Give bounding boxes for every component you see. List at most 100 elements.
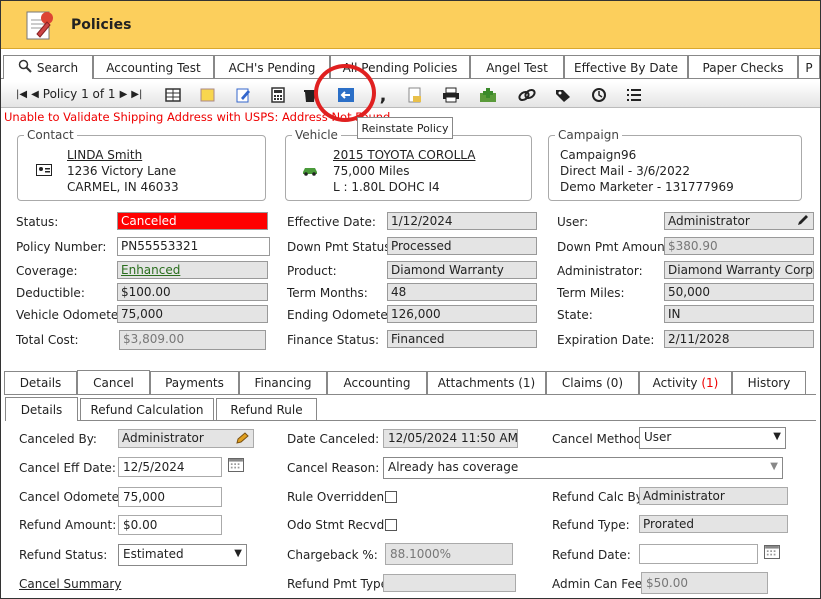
add-record-icon[interactable]: [479, 86, 497, 104]
app-header: Policies: [1, 1, 820, 49]
cancel-method-value: User: [644, 430, 672, 444]
finance-status-label: Finance Status:: [287, 333, 380, 347]
canceled-by-label: Canceled By:: [19, 432, 97, 446]
search-icon: [18, 59, 32, 76]
calculator-icon[interactable]: [269, 86, 287, 104]
tab-activity[interactable]: Activity (1): [639, 371, 732, 394]
subtab-details[interactable]: Details: [5, 397, 78, 421]
state-label: State:: [557, 308, 593, 322]
tab-financing[interactable]: Financing: [239, 371, 327, 394]
effective-date-value: 1/12/2024: [387, 212, 537, 230]
calendar-icon[interactable]: [228, 458, 244, 472]
toolbar: |◀ ◀ Policy 1 of 1 ▶ ▶| ,: [1, 82, 820, 108]
tab-paper-checks[interactable]: Paper Checks: [688, 55, 798, 79]
edit-pencil-icon[interactable]: [235, 431, 251, 445]
tags-icon[interactable]: [555, 86, 573, 104]
tab-label: Paper Checks: [702, 60, 784, 75]
tab-label: Refund Rule: [230, 403, 303, 417]
vehicle-legend: Vehicle: [292, 128, 341, 142]
rule-overridden-label: Rule Overridden:: [287, 490, 389, 504]
history-icon[interactable]: [590, 86, 608, 104]
tab-label: Search: [36, 60, 79, 75]
last-page-icon[interactable]: ▶|: [131, 89, 142, 100]
coverage-value: Enhanced: [117, 261, 268, 279]
refund-status-value: Estimated: [123, 547, 184, 561]
contact-card-icon: [36, 164, 52, 176]
tab-search[interactable]: Search: [3, 55, 93, 79]
product-value: Diamond Warranty: [387, 261, 537, 279]
tab-angel-test[interactable]: Angel Test: [470, 55, 564, 79]
tab-achs-pending[interactable]: ACH's Pending: [214, 55, 330, 79]
vehicle-name-link[interactable]: 2015 TOYOTA COROLLA: [333, 148, 475, 162]
tab-history[interactable]: History: [732, 371, 806, 394]
tab-label: Details: [19, 376, 62, 390]
calendar-icon[interactable]: [764, 545, 780, 559]
page-title: Policies: [71, 17, 132, 33]
cancel-summary-link[interactable]: Cancel Summary: [19, 577, 121, 591]
tab-overflow[interactable]: P: [798, 55, 820, 79]
tab-payments[interactable]: Payments: [150, 371, 239, 394]
expiration-date-label: Expiration Date:: [557, 333, 655, 347]
refund-status-select[interactable]: Estimated ▼: [118, 544, 247, 566]
list-icon[interactable]: [625, 86, 643, 104]
document-icon[interactable]: [406, 86, 424, 104]
refund-date-label: Refund Date:: [552, 548, 631, 562]
comment-icon[interactable]: ,: [374, 85, 392, 106]
term-months-value: 48: [387, 283, 537, 301]
note-icon[interactable]: [199, 86, 217, 104]
activity-count: (1): [701, 376, 719, 390]
user-value: Administrator: [664, 212, 814, 230]
tab-label: Payments: [165, 376, 224, 390]
subtab-refund-calculation[interactable]: Refund Calculation: [80, 398, 214, 421]
campaign-box: Campaign Campaign96 Direct Mail - 3/6/20…: [548, 128, 802, 201]
print-icon[interactable]: [442, 86, 460, 104]
tab-label: Attachments (1): [437, 376, 536, 390]
ending-odometer-label: Ending Odometer:: [287, 308, 397, 322]
cancel-eff-date-label: Cancel Eff Date:: [19, 461, 116, 475]
tab-label: Refund Calculation: [90, 403, 204, 417]
highlight-circle: [314, 64, 376, 122]
deductible-label: Deductible:: [16, 286, 85, 300]
rule-overridden-checkbox[interactable]: [385, 491, 397, 503]
cancel-reason-select[interactable]: Already has coverage ▼: [383, 457, 783, 479]
cancel-method-select[interactable]: User ▼: [639, 427, 786, 449]
cancel-eff-date-input[interactable]: 12/5/2024: [118, 457, 222, 477]
ending-odometer-value: 126,000: [387, 305, 537, 323]
tab-label: Activity: [652, 376, 698, 390]
tab-effective-by-date[interactable]: Effective By Date: [564, 55, 688, 79]
refund-date-input[interactable]: [639, 544, 758, 564]
tab-cancel[interactable]: Cancel: [77, 370, 150, 394]
chargeback-value: 88.1000%: [385, 543, 513, 565]
first-page-icon[interactable]: |◀: [16, 89, 27, 100]
tab-label: Claims (0): [561, 376, 624, 390]
tab-accounting-test[interactable]: Accounting Test: [93, 55, 214, 79]
grid-icon[interactable]: [164, 86, 182, 104]
cancel-odometer-input[interactable]: 75,000: [118, 487, 222, 507]
tab-claims[interactable]: Claims (0): [546, 371, 639, 394]
refund-type-label: Refund Type:: [552, 518, 630, 532]
refund-calc-by-label: Refund Calc By:: [552, 490, 647, 504]
pencil-icon[interactable]: [796, 213, 810, 227]
tab-accounting[interactable]: Accounting: [327, 371, 427, 394]
tab-details[interactable]: Details: [4, 371, 77, 394]
subtab-refund-rule[interactable]: Refund Rule: [216, 398, 317, 421]
chevron-down-icon: ▼: [773, 431, 781, 442]
tab-attachments[interactable]: Attachments (1): [427, 371, 546, 394]
prev-page-icon[interactable]: ◀: [31, 89, 39, 100]
contact-name-link[interactable]: LINDA Smith: [67, 148, 142, 162]
admin-can-fee-label: Admin Can Fee:: [552, 577, 647, 591]
next-page-icon[interactable]: ▶: [120, 89, 128, 100]
coverage-link[interactable]: Enhanced: [121, 263, 180, 277]
tab-label: Accounting Test: [106, 60, 201, 75]
contact-box: Contact LINDA Smith 1236 Victory Lane CA…: [17, 128, 266, 201]
odo-stmt-recvd-checkbox[interactable]: [385, 519, 397, 531]
refund-amount-input[interactable]: $0.00: [118, 515, 222, 535]
user-label: User:: [557, 215, 589, 229]
tab-label: Accounting: [343, 376, 411, 390]
tab-label: Angel Test: [486, 60, 548, 75]
tab-label: ACH's Pending: [228, 60, 316, 75]
link-icon[interactable]: [518, 86, 536, 104]
policy-number-field[interactable]: PN55553321: [117, 237, 270, 256]
chevron-down-icon: ▼: [770, 461, 778, 472]
edit-document-icon[interactable]: [234, 86, 252, 104]
